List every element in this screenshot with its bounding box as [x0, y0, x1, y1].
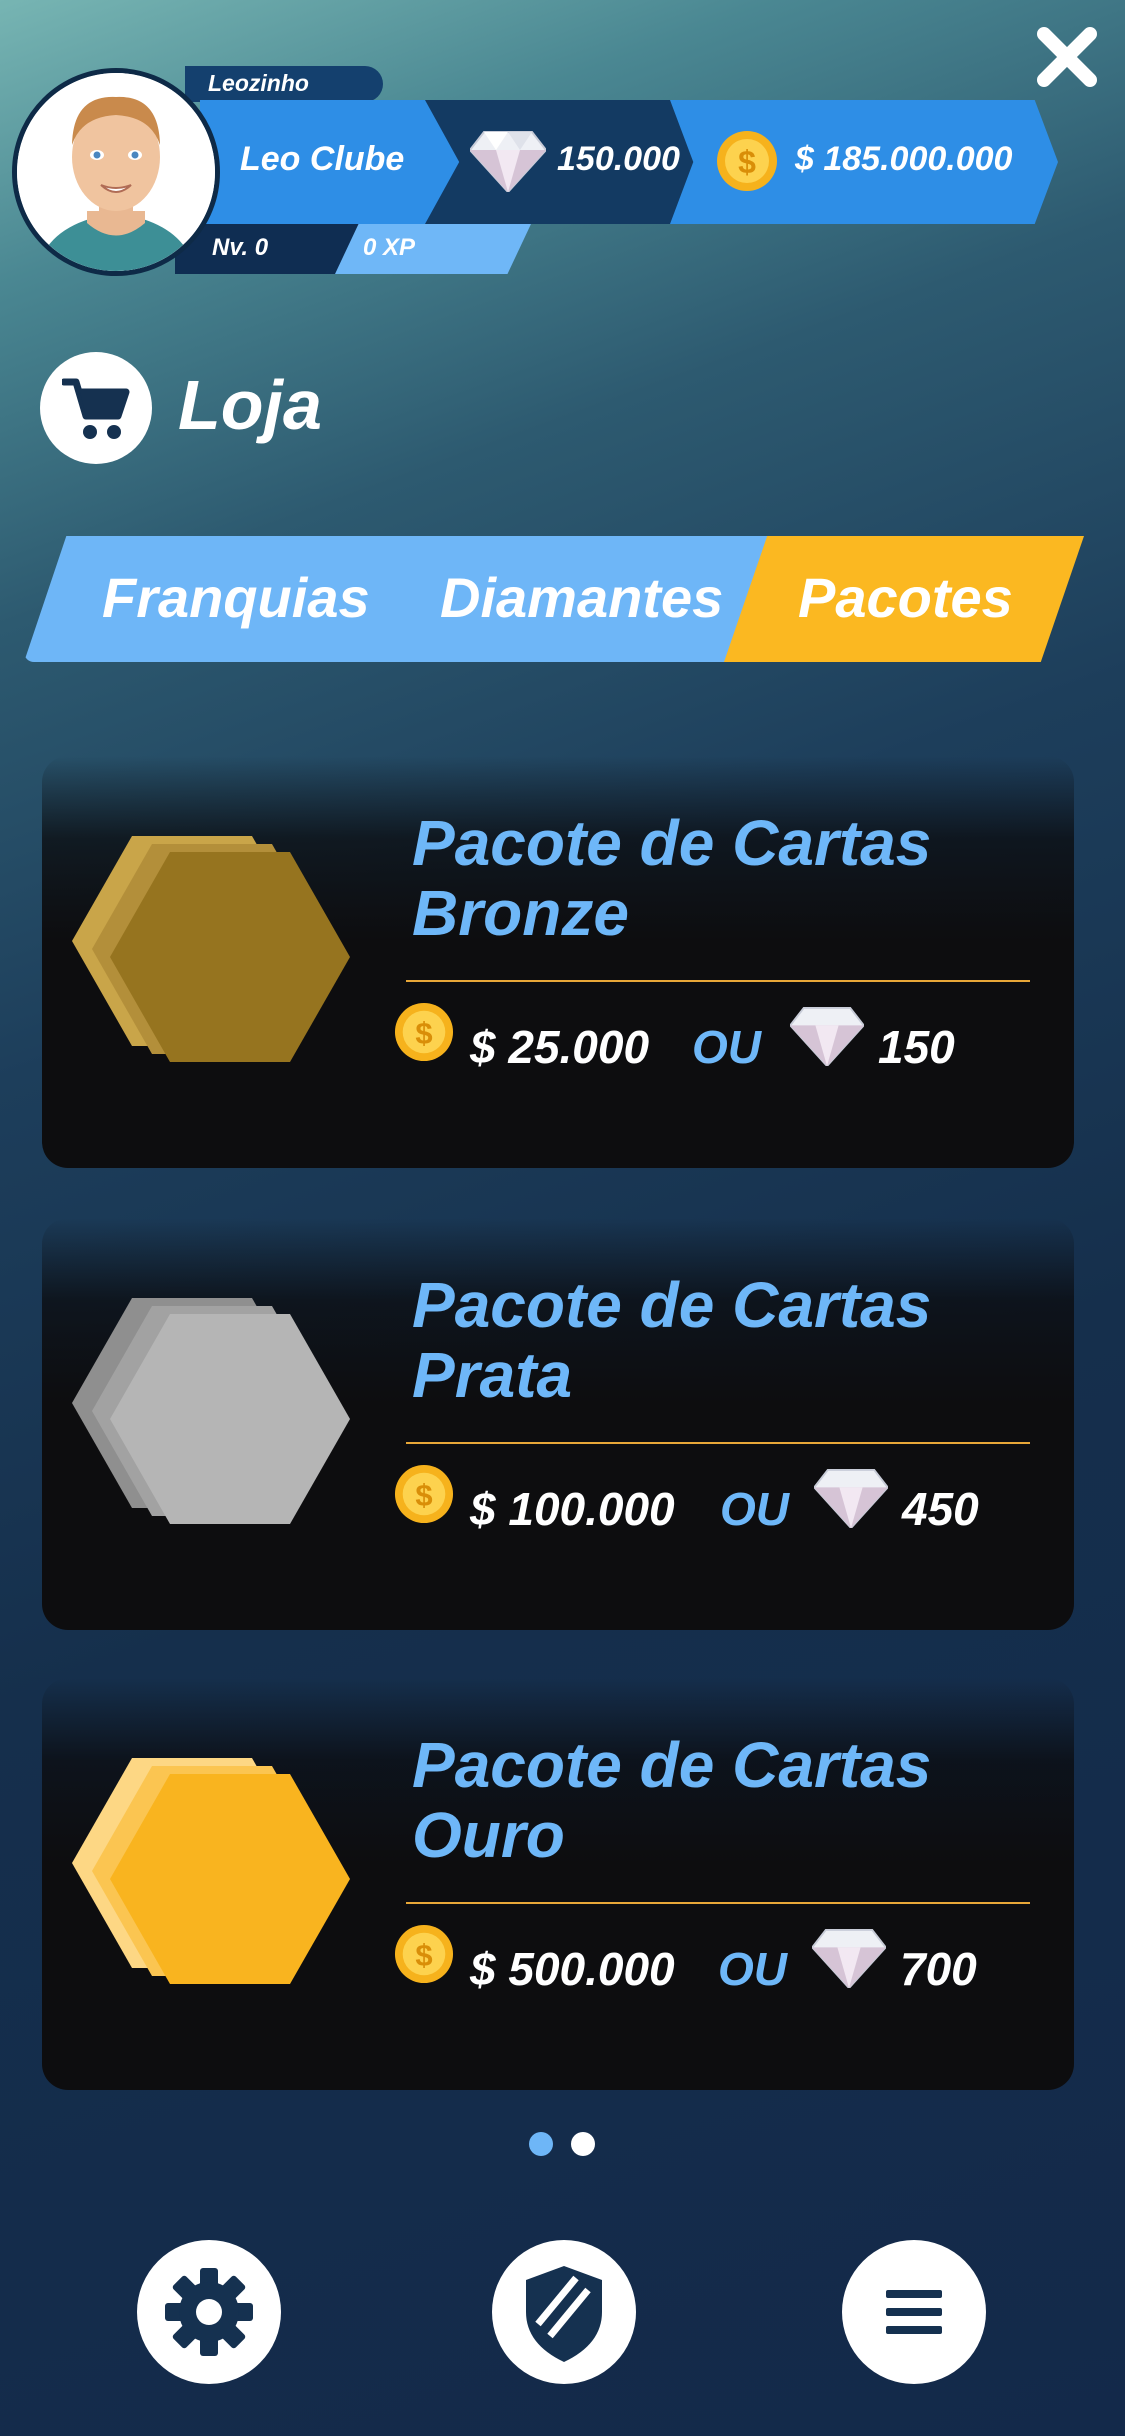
diamond-price[interactable]: 150 [878, 1020, 955, 1074]
page-dot[interactable] [571, 2132, 595, 2156]
pack-title: Pacote de Cartas Ouro [412, 1729, 932, 1871]
level-text: Nv. 0 [212, 234, 269, 261]
page-dot-active[interactable] [529, 2132, 553, 2156]
svg-text:$: $ [415, 1478, 432, 1513]
price-separator: OU [720, 1483, 789, 1535]
close-icon[interactable] [1032, 22, 1102, 92]
pack-hexagon-icon [72, 832, 372, 1068]
diamond-icon [814, 1468, 888, 1528]
coin-price[interactable]: $ 25.000 [470, 1020, 649, 1074]
coin-icon: $ [394, 1924, 454, 1984]
pack-hexagon-icon [72, 1294, 372, 1530]
avatar[interactable] [12, 68, 220, 276]
club-button[interactable] [492, 2240, 636, 2384]
coin-icon: $ [394, 1002, 454, 1062]
tab-franquias[interactable]: Franquias [102, 565, 370, 630]
diamond-price[interactable]: 450 [902, 1482, 979, 1536]
tab-pacotes[interactable]: Pacotes [798, 565, 1013, 630]
diamond-balance: 150.000 [557, 140, 680, 178]
coin-price[interactable]: $ 500.000 [470, 1942, 675, 1996]
club-name: Leo Clube [240, 140, 405, 178]
price-separator: OU [692, 1021, 761, 1073]
pack-card-silver[interactable]: Pacote de Cartas Prata $ $ 100.000 OU 450 [42, 1218, 1074, 1630]
coin-icon: $ [717, 131, 777, 191]
diamond-price[interactable]: 700 [900, 1942, 977, 1996]
pack-card-gold[interactable]: Pacote de Cartas Ouro $ $ 500.000 OU 700 [42, 1678, 1074, 2090]
avatar-face-icon [17, 73, 215, 271]
shop-icon-circle [40, 352, 152, 464]
diamond-icon [790, 1006, 864, 1066]
coin-price[interactable]: $ 100.000 [470, 1482, 675, 1536]
pack-title: Pacote de Cartas Bronze [412, 807, 932, 949]
pack-hexagon-icon [72, 1754, 372, 1990]
divider [406, 1442, 1030, 1444]
shield-icon [526, 2266, 602, 2362]
settings-button[interactable] [137, 2240, 281, 2384]
level-band [175, 224, 365, 274]
price-separator: OU [718, 1943, 787, 1995]
menu-icon [886, 2290, 942, 2334]
divider [406, 1902, 1030, 1904]
svg-text:$: $ [415, 1938, 432, 1973]
svg-text:$: $ [415, 1016, 432, 1051]
tab-diamantes[interactable]: Diamantes [440, 565, 723, 630]
coin-icon: $ [394, 1464, 454, 1524]
page-title: Loja [178, 366, 322, 444]
cart-icon [62, 378, 130, 439]
diamond-icon [812, 1928, 886, 1988]
menu-button[interactable] [842, 2240, 986, 2384]
xp-text: 0 XP [363, 234, 416, 261]
gear-icon [165, 2268, 253, 2356]
pack-card-bronze[interactable]: Pacote de Cartas Bronze $ $ 25.000 OU 150 [42, 756, 1074, 1168]
pack-title: Pacote de Cartas Prata [412, 1269, 932, 1411]
diamond-icon [470, 131, 546, 192]
nickname: Leozinho [208, 70, 309, 96]
money-balance: $ 185.000.000 [795, 140, 1013, 178]
divider [406, 980, 1030, 982]
svg-text:$: $ [738, 144, 756, 180]
